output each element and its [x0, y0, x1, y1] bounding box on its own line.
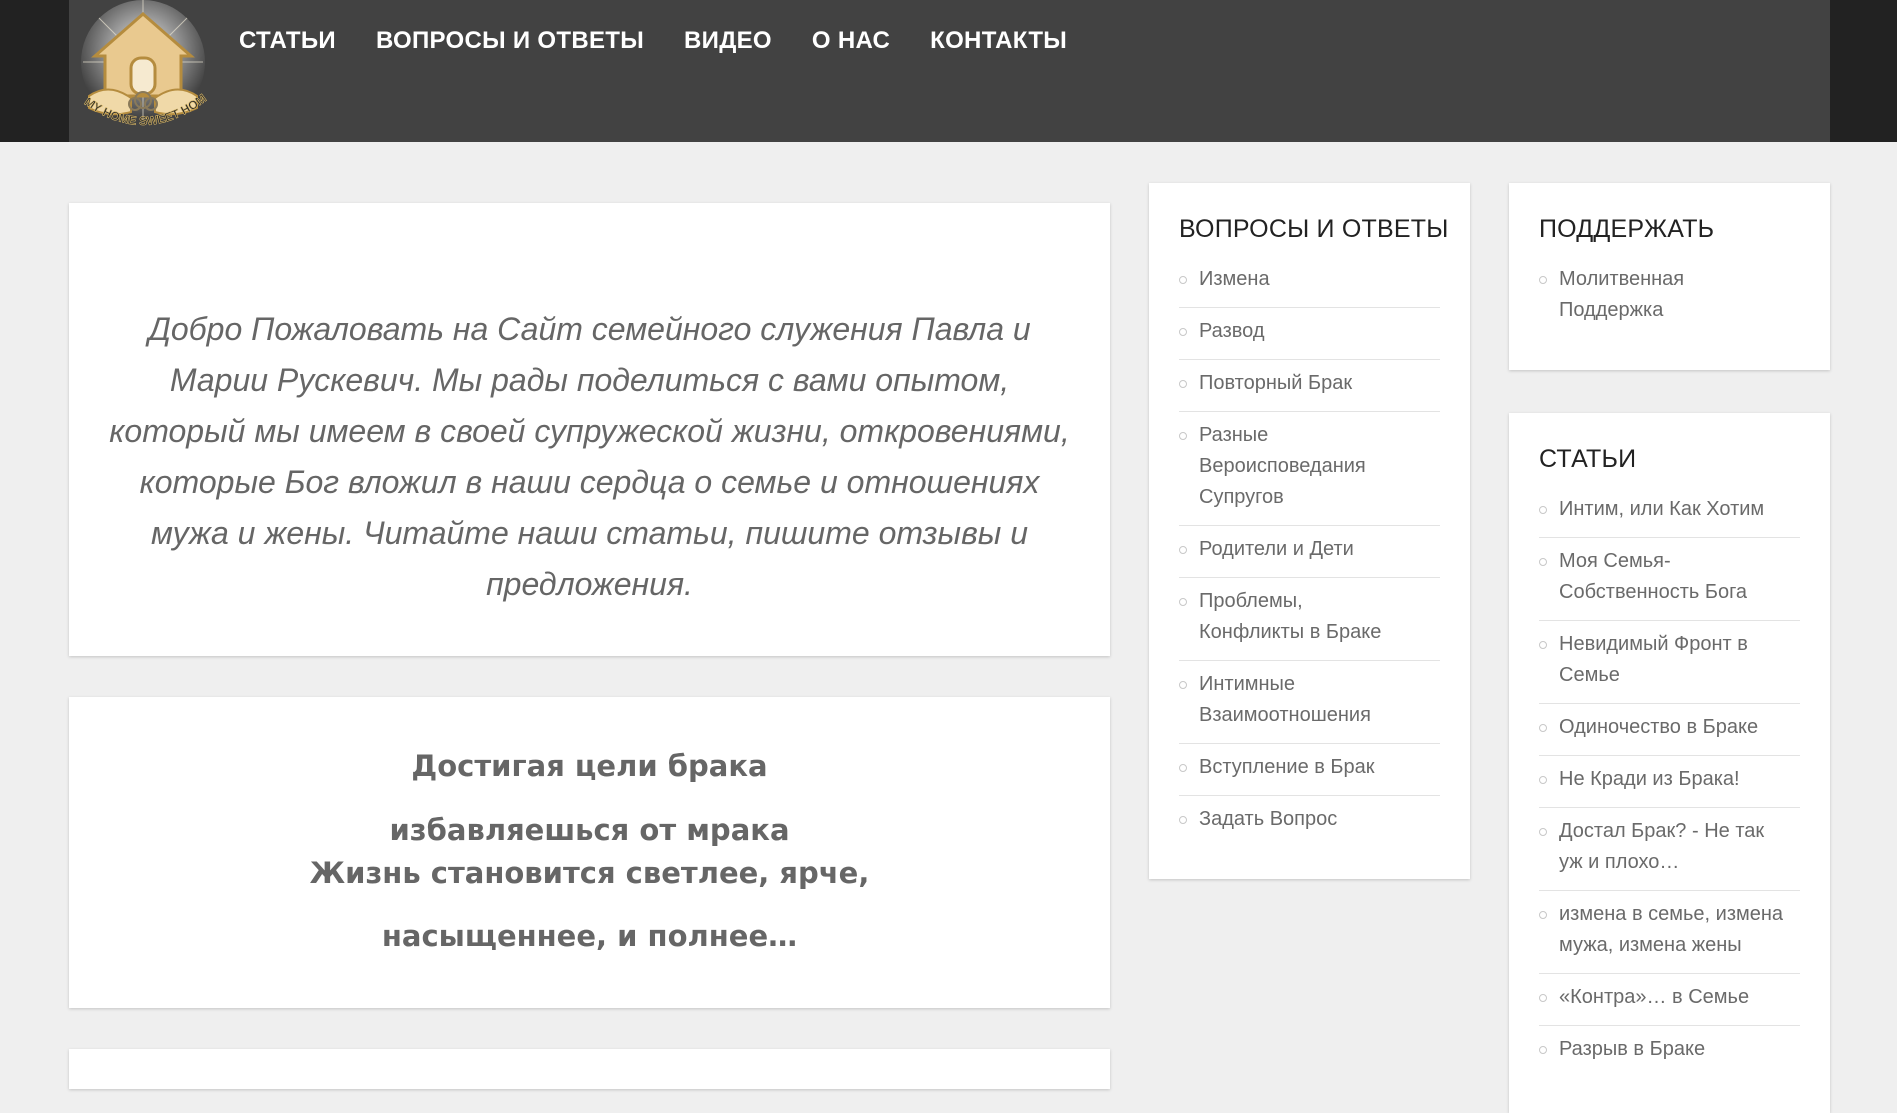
qa-item-label: Вступление в Брак: [1199, 756, 1375, 778]
article-item[interactable]: Разрыв в Браке: [1539, 1026, 1800, 1077]
bullet-icon: [1179, 546, 1187, 554]
bullet-icon: [1179, 681, 1187, 689]
marriage-card: Достигая цели брака избавляешься от мрак…: [69, 697, 1110, 1008]
qa-item[interactable]: Проблемы, Конфликты в Браке: [1179, 578, 1440, 661]
qa-item[interactable]: Измена: [1179, 256, 1440, 308]
bullet-icon: [1539, 558, 1547, 566]
bullet-icon: [1539, 1046, 1547, 1054]
nav-about[interactable]: О НАС: [812, 24, 890, 58]
article-item[interactable]: измена в семье, измена мужа, измена жены: [1539, 891, 1800, 974]
qa-item-label: Измена: [1199, 268, 1270, 290]
article-item-label: измена в семье, измена мужа, измена жены: [1559, 903, 1784, 956]
support-item[interactable]: Молитвенная Поддержка: [1539, 256, 1800, 338]
bullet-icon: [1539, 506, 1547, 514]
bullet-icon: [1179, 328, 1187, 336]
bullet-icon: [1539, 724, 1547, 732]
bullet-icon: [1179, 276, 1187, 284]
next-card: [69, 1049, 1110, 1089]
site-logo[interactable]: MY HOME SWEET HOME: [69, 0, 217, 142]
bullet-icon: [1539, 641, 1547, 649]
bullet-icon: [1539, 276, 1547, 284]
qa-widget-title: ВОПРОСЫ И ОТВЕТЫ: [1179, 215, 1449, 243]
qa-item[interactable]: Интимные Взаимоотношения: [1179, 661, 1440, 744]
articles-list: Интим, или Как Хотим Моя Семья-Собственн…: [1539, 486, 1800, 1077]
article-item-label: Достал Брак? - Не так уж и плохо…: [1559, 820, 1765, 873]
nav-articles[interactable]: СТАТЬИ: [239, 24, 336, 58]
header-inner: MY HOME SWEET HOME СТАТЬИ ВОПРОСЫ И ОТВЕ…: [69, 0, 1830, 142]
main-nav: СТАТЬИ ВОПРОСЫ И ОТВЕТЫ ВИДЕО О НАС КОНТ…: [239, 24, 1107, 58]
article-item[interactable]: «Контра»… в Семье: [1539, 974, 1800, 1026]
site-header: MY HOME SWEET HOME СТАТЬИ ВОПРОСЫ И ОТВЕ…: [0, 0, 1897, 142]
bullet-icon: [1539, 776, 1547, 784]
bullet-icon: [1179, 764, 1187, 772]
nav-video[interactable]: ВИДЕО: [684, 24, 772, 58]
qa-item[interactable]: Развод: [1179, 308, 1440, 360]
qa-item[interactable]: Задать Вопрос: [1179, 796, 1440, 847]
bullet-icon: [1179, 432, 1187, 440]
bullet-icon: [1179, 598, 1187, 606]
qa-list: Измена Развод Повторный Брак Разные Веро…: [1179, 256, 1440, 847]
bullet-icon: [1179, 816, 1187, 824]
qa-widget: ВОПРОСЫ И ОТВЕТЫ Измена Развод Повторный…: [1149, 183, 1470, 879]
svg-text:MY HOME SWEET HOME: MY HOME SWEET HOME: [69, 0, 209, 128]
nav-contacts[interactable]: КОНТАКТЫ: [930, 24, 1067, 58]
nav-qa[interactable]: ВОПРОСЫ И ОТВЕТЫ: [376, 24, 644, 58]
support-list: Молитвенная Поддержка: [1539, 256, 1800, 338]
qa-item[interactable]: Вступление в Брак: [1179, 744, 1440, 796]
bullet-icon: [1179, 380, 1187, 388]
qa-item-label: Разные Вероисповедания Супругов: [1199, 424, 1366, 508]
article-item-label: «Контра»… в Семье: [1559, 986, 1750, 1008]
qa-item-label: Родители и Дети: [1199, 538, 1354, 560]
qa-item-label: Интимные Взаимоотношения: [1199, 673, 1371, 726]
logo-text: MY HOME SWEET HOME: [69, 0, 209, 128]
qa-item[interactable]: Повторный Брак: [1179, 360, 1440, 412]
qa-item-label: Задать Вопрос: [1199, 808, 1338, 830]
logo-text-ring: MY HOME SWEET HOME: [69, 0, 209, 128]
marriage-line-3: Жизнь становится светлее, ярче,: [309, 856, 870, 890]
support-widget: ПОДДЕРЖАТЬ Молитвенная Поддержка: [1509, 183, 1830, 370]
articles-widget: СТАТЬИ Интим, или Как Хотим Моя Семья-Со…: [1509, 413, 1830, 1113]
qa-item-label: Развод: [1199, 320, 1265, 342]
marriage-line-2: избавляешься от мрака: [389, 813, 790, 847]
article-item[interactable]: Невидимый Фронт в Семье: [1539, 621, 1800, 704]
support-widget-title: ПОДДЕРЖАТЬ: [1539, 215, 1715, 243]
qa-item[interactable]: Родители и Дети: [1179, 526, 1440, 578]
bullet-icon: [1539, 828, 1547, 836]
support-item-label: Молитвенная Поддержка: [1559, 268, 1685, 321]
article-item[interactable]: Не Кради из Брака!: [1539, 756, 1800, 808]
articles-widget-title: СТАТЬИ: [1539, 445, 1637, 473]
qa-item[interactable]: Разные Вероисповедания Супругов: [1179, 412, 1440, 526]
article-item-label: Невидимый Фронт в Семье: [1559, 633, 1748, 686]
article-item[interactable]: Моя Семья-Собственность Бога: [1539, 538, 1800, 621]
bullet-icon: [1539, 911, 1547, 919]
marriage-line-4: насыщеннее, и полнее…: [381, 919, 798, 953]
article-item-label: Не Кради из Брака!: [1559, 768, 1740, 790]
article-item-label: Одиночество в Браке: [1559, 716, 1759, 738]
qa-item-label: Повторный Брак: [1199, 372, 1353, 394]
marriage-heading: Достигая цели брака: [411, 749, 768, 783]
qa-item-label: Проблемы, Конфликты в Браке: [1199, 590, 1382, 643]
article-item-label: Моя Семья-Собственность Бога: [1559, 550, 1748, 603]
article-item-label: Разрыв в Браке: [1559, 1038, 1706, 1060]
bullet-icon: [1539, 994, 1547, 1002]
welcome-text: Добро Пожаловать на Сайт семейного служе…: [109, 311, 1070, 602]
article-item[interactable]: Достал Брак? - Не так уж и плохо…: [1539, 808, 1800, 891]
article-item-label: Интим, или Как Хотим: [1559, 498, 1765, 520]
article-item[interactable]: Интим, или Как Хотим: [1539, 486, 1800, 538]
article-item[interactable]: Одиночество в Браке: [1539, 704, 1800, 756]
welcome-card: Добро Пожаловать на Сайт семейного служе…: [69, 203, 1110, 656]
